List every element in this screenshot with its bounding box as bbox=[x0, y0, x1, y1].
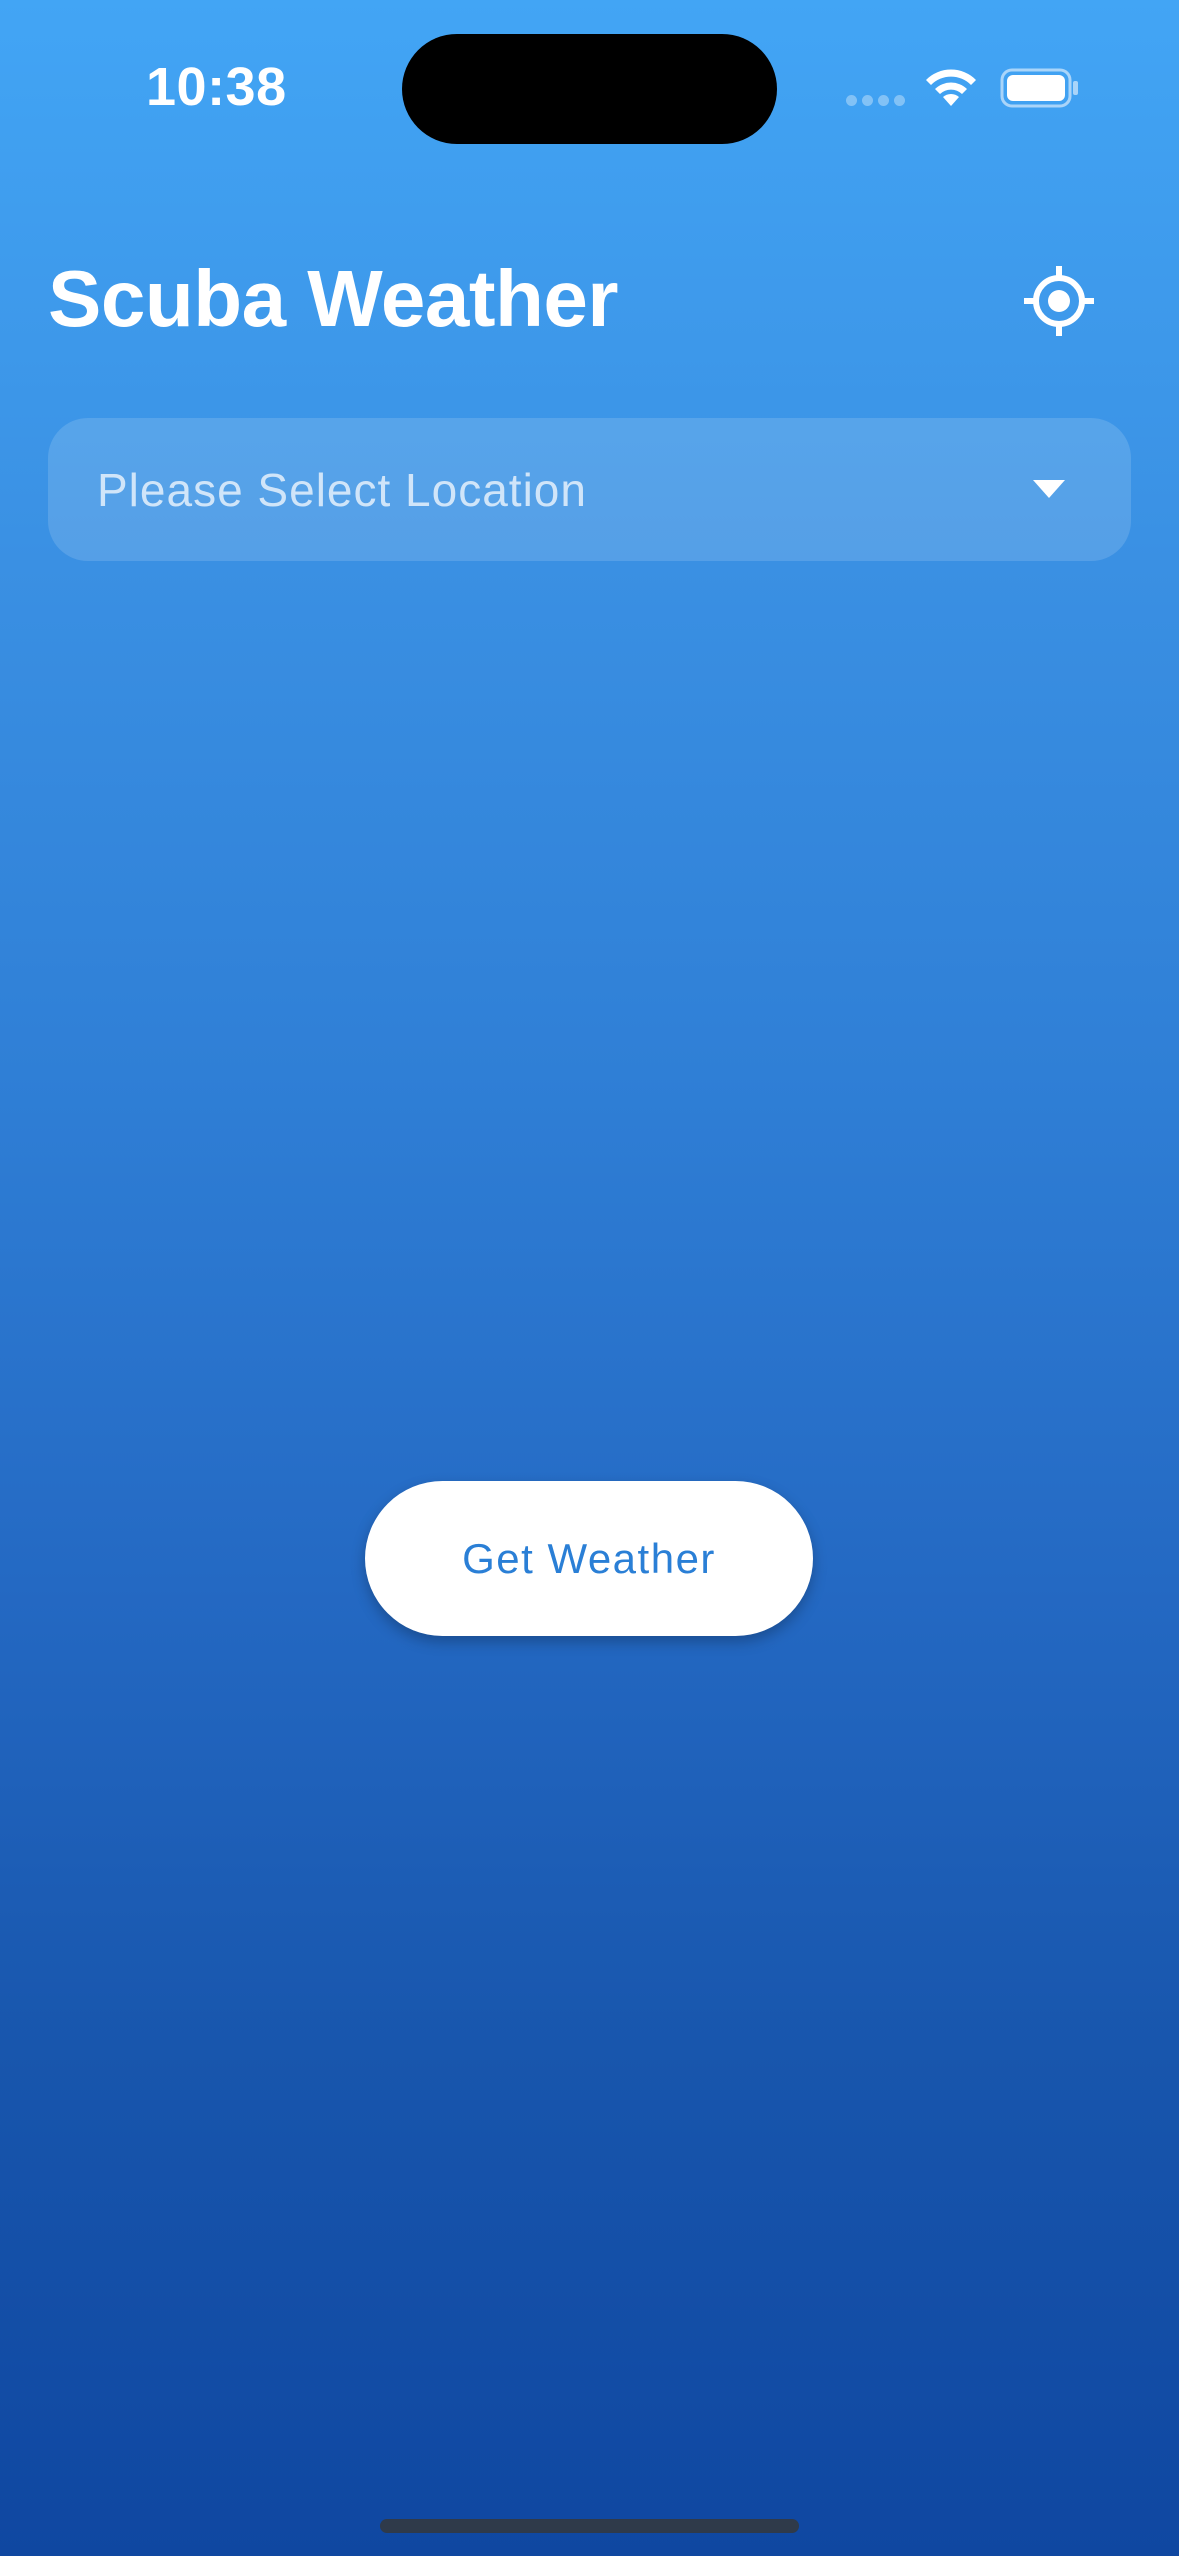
wifi-icon bbox=[926, 69, 976, 106]
status-time: 10:38 bbox=[146, 57, 287, 117]
locate-me-button[interactable] bbox=[1014, 256, 1104, 346]
app-screen: 10:38 Scuba Weather Please Select Locati… bbox=[0, 0, 1179, 2556]
page-title: Scuba Weather bbox=[48, 254, 618, 343]
battery-icon bbox=[1000, 68, 1078, 108]
get-weather-label: Get Weather bbox=[462, 1534, 716, 1582]
dropdown-caret-icon bbox=[1033, 480, 1065, 498]
location-placeholder: Please Select Location bbox=[97, 464, 587, 516]
gps-crosshair-icon bbox=[1024, 266, 1094, 336]
cellular-signal-icon bbox=[846, 95, 905, 106]
location-dropdown[interactable]: Please Select Location bbox=[48, 418, 1131, 561]
dynamic-island bbox=[402, 34, 777, 144]
home-indicator[interactable] bbox=[380, 2519, 799, 2533]
get-weather-button[interactable]: Get Weather bbox=[365, 1481, 813, 1636]
